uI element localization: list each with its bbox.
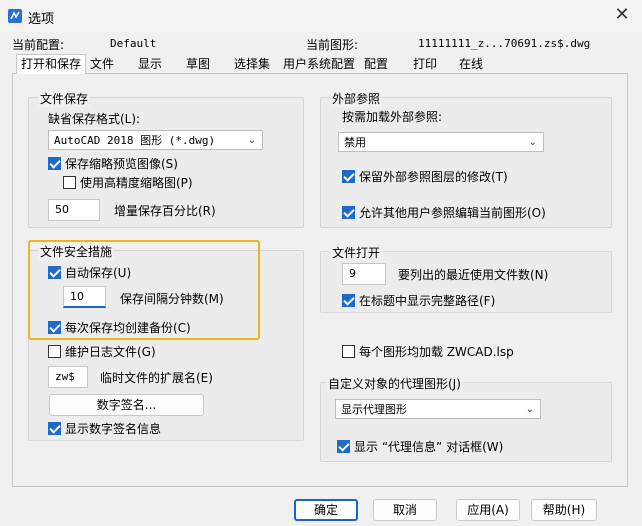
checkbox-icon [337, 440, 350, 453]
checkbox-icon [342, 206, 355, 219]
window-title: 选项 [28, 12, 55, 27]
apply-button[interactable]: 应用(A) [456, 499, 520, 521]
show-signature-info-checkbox[interactable]: 显示数字签名信息 [48, 420, 161, 437]
cancel-button[interactable]: 取消 [373, 499, 437, 521]
checkbox-icon [48, 422, 61, 435]
checkbox-icon [342, 345, 355, 358]
tab-online[interactable]: 在线 [455, 55, 487, 73]
drawing-label: 当前图形: [306, 38, 359, 52]
recent-files-label: 要列出的最近使用文件数(N) [398, 268, 549, 282]
recent-files-input[interactable]: 9 [342, 263, 386, 285]
tab-drafting[interactable]: 草图 [182, 55, 214, 73]
incremental-save-input[interactable]: 50 [48, 199, 100, 221]
checkbox-icon [48, 321, 61, 334]
load-lsp-checkbox[interactable]: 每个图形均加载 ZWCAD.lsp [342, 343, 514, 360]
file-save-legend: 文件保存 [38, 90, 91, 107]
app-icon [8, 9, 22, 23]
incremental-save-label: 增量保存百分比(R) [114, 204, 216, 218]
checkbox-icon [48, 157, 61, 170]
allow-xref-edit-checkbox[interactable]: 允许其他用户参照编辑当前图形(O) [342, 204, 546, 221]
high-precision-thumb-checkbox[interactable]: 使用高精度缩略图(P) [63, 174, 193, 191]
chevron-down-icon: ⌄ [528, 137, 537, 148]
log-file-checkbox[interactable]: 维护日志文件(G) [48, 343, 156, 360]
profile-value: Default [110, 37, 157, 50]
proxy-graphics-select[interactable]: 显示代理图形 ⌄ [335, 399, 541, 419]
ok-button[interactable]: 确定 [294, 499, 358, 521]
autosave-interval-input[interactable]: 10 [63, 286, 106, 308]
temp-extension-label: 临时文件的扩展名(E) [100, 371, 213, 385]
title-bar: 选项 ✕ [0, 0, 642, 32]
xref-legend: 外部参照 [330, 90, 383, 107]
tab-display[interactable]: 显示 [134, 55, 166, 73]
chevron-down-icon: ⌄ [525, 404, 534, 415]
digital-signature-button[interactable]: 数字签名... [49, 394, 204, 416]
backup-checkbox[interactable]: 每次保存均创建备份(C) [48, 319, 191, 336]
profile-label: 当前配置: [12, 38, 65, 52]
chevron-down-icon: ⌄ [247, 135, 256, 146]
tab-open-save[interactable]: 打开和保存 [16, 54, 87, 74]
proxy-legend: 自定义对象的代理图形(J) [326, 375, 463, 392]
default-format-select[interactable]: AutoCAD 2018 图形 (*.dwg) ⌄ [48, 130, 263, 150]
demand-load-select[interactable]: 禁用 ⌄ [338, 132, 544, 152]
checkbox-icon [342, 170, 355, 183]
demand-load-label: 按需加载外部参照: [342, 110, 443, 124]
full-path-title-checkbox[interactable]: 在标题中显示完整路径(F) [342, 292, 495, 309]
checkbox-icon [48, 266, 61, 279]
retain-xref-changes-checkbox[interactable]: 保留外部参照图层的修改(T) [342, 168, 508, 185]
file-open-legend: 文件打开 [330, 244, 383, 261]
tab-plot[interactable]: 打印 [409, 55, 441, 73]
default-format-label: 缺省保存格式(L): [48, 112, 141, 126]
drawing-value: 11111111_z...70691.zs$.dwg [418, 37, 591, 50]
tab-files[interactable]: 文件 [86, 55, 118, 73]
checkbox-icon [342, 294, 355, 307]
tab-user-preferences[interactable]: 用户系统配置 [279, 55, 359, 73]
close-icon[interactable]: ✕ [610, 4, 634, 26]
temp-extension-input[interactable]: zw$ [48, 366, 88, 388]
checkbox-icon [63, 176, 76, 189]
autosave-checkbox[interactable]: 自动保存(U) [48, 264, 131, 281]
help-button[interactable]: 帮助(H) [531, 499, 597, 521]
autosave-interval-label: 保存间隔分钟数(M) [120, 292, 224, 306]
tab-selection[interactable]: 选择集 [230, 55, 274, 73]
show-proxy-dialog-checkbox[interactable]: 显示 “代理信息” 对话框(W) [337, 438, 503, 455]
checkbox-icon [48, 345, 61, 358]
tab-profiles[interactable]: 配置 [360, 55, 392, 73]
save-thumbnail-checkbox[interactable]: 保存缩略预览图像(S) [48, 155, 178, 172]
